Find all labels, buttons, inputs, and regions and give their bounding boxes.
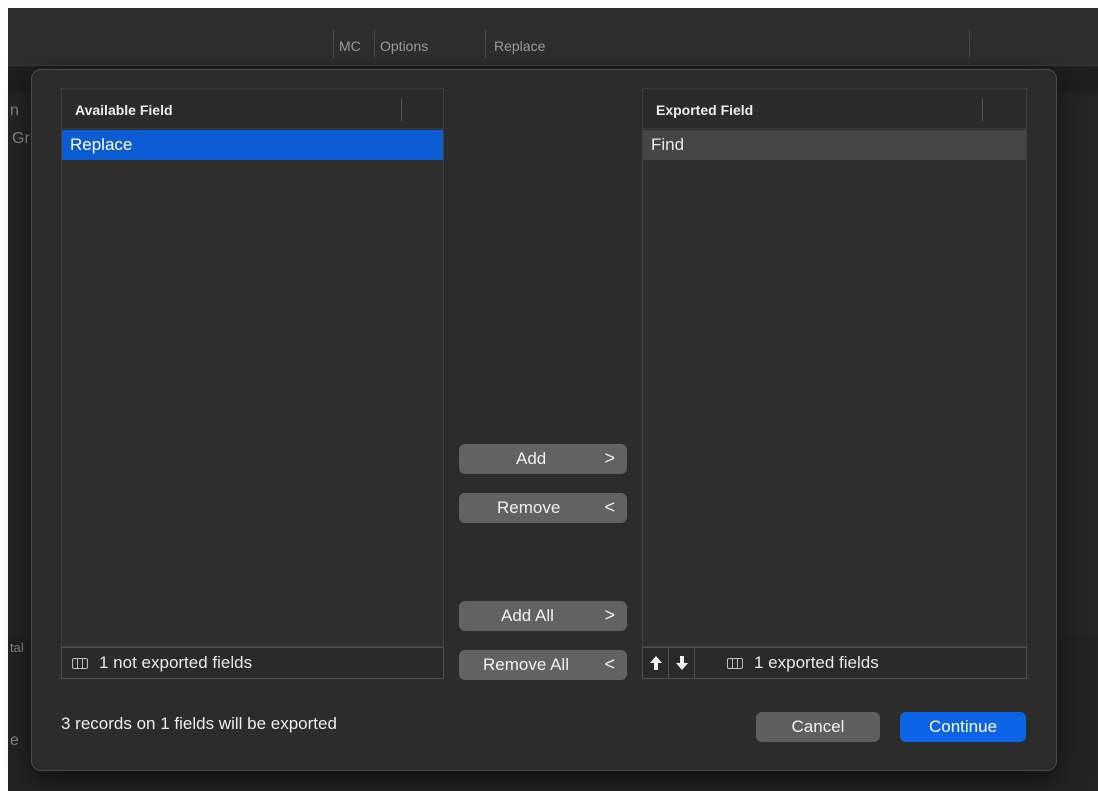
exported-field-count: 1 exported fields [754, 653, 879, 672]
available-field-header[interactable]: Available Field [62, 89, 443, 129]
exported-field-list[interactable]: Exported Field Find [642, 88, 1027, 647]
cancel-button[interactable]: Cancel [756, 712, 880, 742]
available-field-row-label: Replace [70, 135, 133, 154]
chevron-right-icon: > [604, 448, 615, 468]
available-field-row[interactable]: Replace [62, 130, 443, 160]
background-text-fragment: n [10, 102, 19, 119]
toolbar-label-options: Options [380, 38, 429, 54]
chevron-left-icon: < [604, 654, 615, 674]
add-button-label: Add [516, 449, 547, 468]
background-text-fragment: e [10, 732, 19, 749]
remove-all-button[interactable]: Remove All < [459, 650, 627, 680]
toolbar-label-mc: MC [339, 38, 361, 54]
available-field-header-label: Available Field [75, 102, 173, 118]
available-field-list[interactable]: Available Field Replace [61, 88, 444, 647]
toolbar-separator [374, 30, 375, 58]
available-field-count: 1 not exported fields [99, 653, 253, 672]
toolbar-separator [485, 30, 486, 58]
available-field-footer: 1 not exported fields [61, 647, 444, 679]
add-button[interactable]: Add > [459, 444, 627, 474]
background-toolbar: MC Options Replace [8, 8, 1098, 66]
toolbar-separator [969, 30, 970, 58]
exported-field-footer: 1 exported fields [642, 647, 1027, 679]
remove-button-label: Remove [497, 498, 561, 517]
column-resize-handle[interactable] [401, 99, 402, 121]
add-all-button-label: Add All [501, 606, 554, 625]
column-resize-handle[interactable] [982, 99, 983, 121]
exported-field-row[interactable]: Find [643, 130, 1026, 160]
columns-icon [727, 658, 743, 669]
add-all-button[interactable]: Add All > [459, 601, 627, 631]
move-down-button[interactable] [669, 648, 695, 678]
exported-field-header[interactable]: Exported Field [643, 89, 1026, 129]
background-text-fragment: Gr [12, 130, 30, 147]
arrow-up-icon [650, 656, 662, 670]
remove-all-button-label: Remove All [483, 655, 569, 674]
columns-icon [72, 658, 88, 669]
remove-button[interactable]: Remove < [459, 493, 627, 523]
background-text-fragment: tal [10, 640, 24, 655]
toolbar-separator [333, 30, 334, 58]
continue-button[interactable]: Continue [900, 712, 1026, 742]
exported-field-row-label: Find [651, 135, 685, 154]
arrow-down-icon [676, 656, 688, 670]
move-up-button[interactable] [643, 648, 669, 678]
chevron-right-icon: > [604, 605, 615, 625]
export-status-text: 3 records on 1 fields will be exported [61, 714, 337, 733]
toolbar-label-replace: Replace [494, 38, 546, 54]
exported-field-header-label: Exported Field [656, 102, 754, 118]
chevron-left-icon: < [604, 497, 615, 517]
